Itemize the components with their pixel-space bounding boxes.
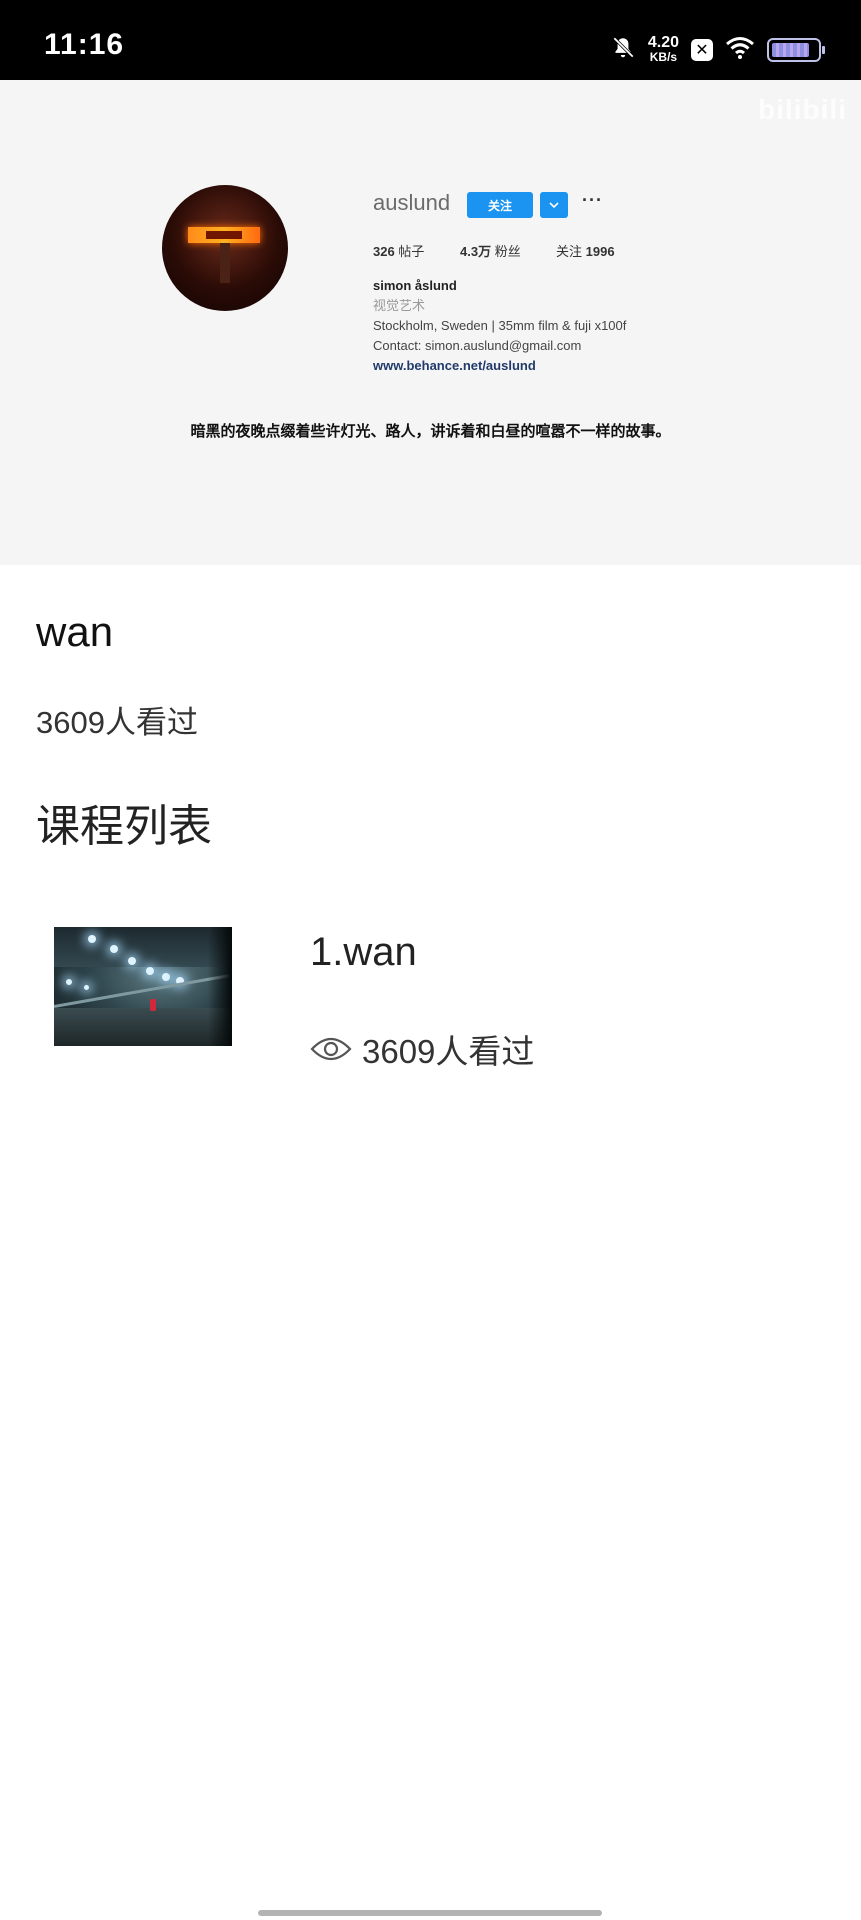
avatar [162,185,288,311]
follow-button: 关注 [467,192,533,218]
battery-fill [772,43,810,57]
lesson-list-item[interactable]: 1.wan 3609人看过 [36,900,826,1080]
bio-name: simon åslund [373,278,457,293]
bell-muted-icon [610,35,636,66]
banner-caption: 暗黑的夜晚点缀着些许灯光、路人，讲诉着和白昼的喧嚣不一样的故事。 [190,422,671,440]
net-speed-unit: KB/s [649,50,678,64]
profile-bio: simon åslund 视觉艺术 Stockholm, Sweden | 35… [373,276,626,376]
followers-count: 4.3万 [460,244,492,259]
status-time: 11:16 [44,28,125,61]
net-speed-value: 4.20 [647,34,679,51]
profile-username: auslund [373,190,451,215]
status-icons: 4.20 KB/s ✕ [610,30,825,70]
course-view-count: 3609人看过 [36,705,198,740]
home-indicator[interactable] [258,1910,602,1916]
net-speed: 4.20 KB/s [648,35,679,65]
bio-category: 视觉艺术 [373,298,426,313]
eye-icon [310,1037,352,1061]
course-cover-banner: bilibili auslund 关注 ··· 326 帖子 4.3万 粉丝 关… [0,80,861,565]
following-count: 1996 [585,244,615,259]
course-title: wan [36,608,114,655]
status-bar: 11:16 4.20 KB/s ✕ [0,0,861,80]
more-icon: ··· [582,190,603,210]
lesson-views: 3609人看过 [310,1025,534,1073]
following-label: 关注 [556,244,583,259]
chevron-down-icon [540,192,568,218]
wifi-icon [725,36,755,65]
bio-location: Stockholm, Sweden | 35mm film & fuji x10… [373,318,627,333]
lesson-view-count: 3609人看过 [362,1033,535,1070]
followers-label: 粉丝 [494,244,521,259]
bio-link: www.behance.net/auslund [373,358,536,373]
close-box-icon: ✕ [691,39,713,61]
bilibili-watermark: bilibili [758,94,847,125]
lesson-title: 1.wan [310,930,417,974]
posts-label: 帖子 [398,244,425,259]
battery-icon [767,38,825,62]
lesson-thumbnail [54,927,232,1046]
course-list-heading: 课程列表 [36,802,212,851]
posts-count: 326 [373,244,395,259]
bio-contact: Contact: simon.auslund@gmail.com [373,338,582,353]
